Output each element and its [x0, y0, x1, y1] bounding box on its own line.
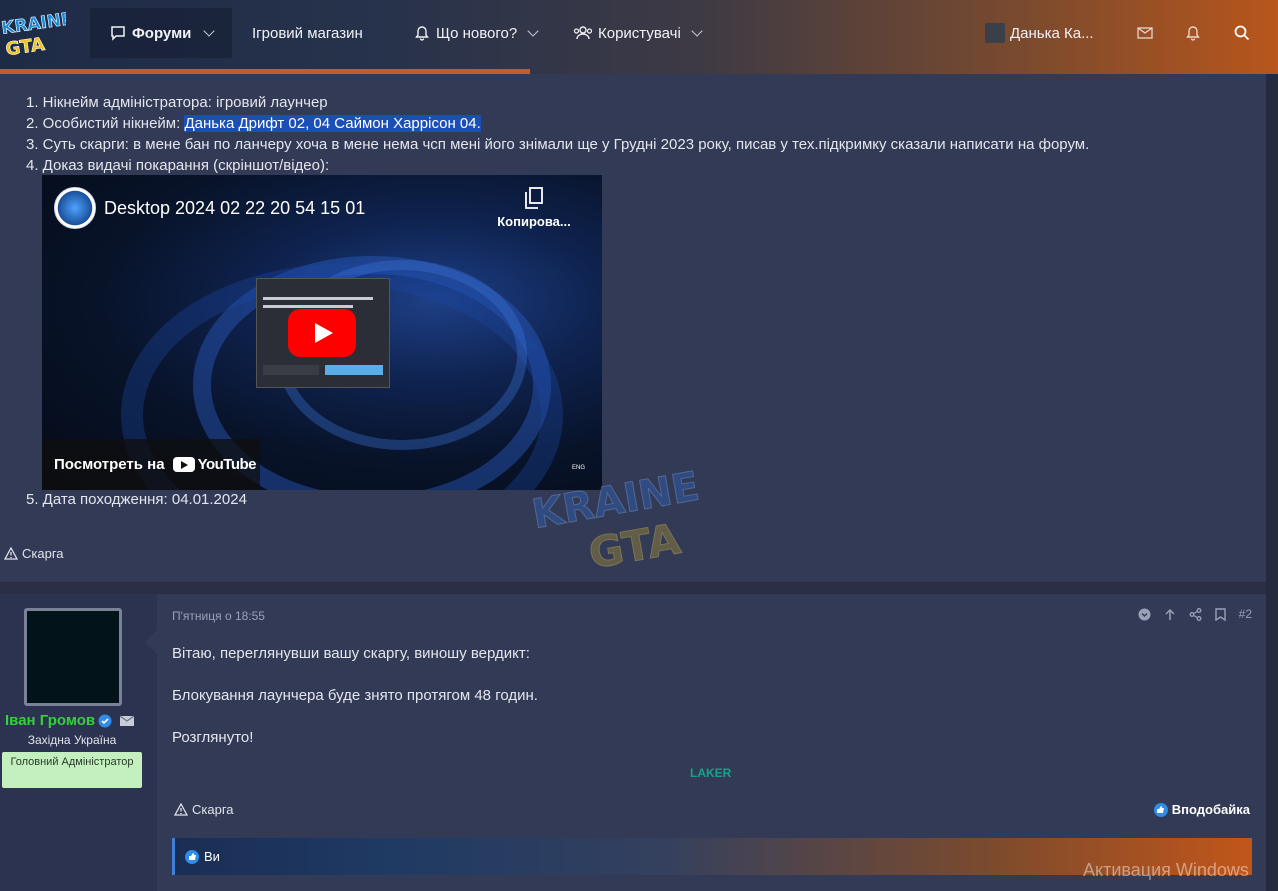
warning-icon [174, 803, 188, 816]
chat-icon [111, 26, 125, 41]
thumbs-up-icon [185, 849, 199, 864]
nav-forums-label: Форуми [132, 24, 192, 42]
thumbs-up-icon [1153, 802, 1168, 817]
inbox-button[interactable] [1134, 22, 1156, 44]
post-date[interactable]: П'ятниця о 18:55 [172, 609, 265, 623]
dialog-line [263, 305, 353, 308]
role-badge: Головний Адміністратор [2, 752, 142, 788]
likes-text: Ви [204, 849, 220, 864]
nav-whats-new[interactable]: Що нового? [414, 8, 539, 58]
post-paragraph: Розглянуто! [172, 729, 254, 746]
watch-on-youtube-button[interactable]: Посмотреть на YouTube [42, 439, 260, 490]
bell-icon [415, 26, 429, 41]
list-item: 3. Суть скарги: в мене бан по ланчеру хо… [26, 136, 1090, 153]
complaint-list: 1. Нікнейм адміністратора: ігровий лаунч… [26, 92, 1089, 176]
site-header: KRAINE GTA Форуми Ігровий магазин Що нов… [0, 0, 1278, 74]
verified-icon [98, 714, 112, 727]
nav-users-label: Користувачі [598, 24, 681, 42]
envelope-icon[interactable] [119, 715, 135, 727]
avatar[interactable] [24, 608, 122, 706]
bookmark-icon[interactable] [1214, 607, 1226, 621]
author-name[interactable]: Іван Громов [5, 712, 135, 729]
dialog-line [263, 297, 373, 300]
post-1: 1. Нікнейм адміністратора: ігровий лаунч… [0, 74, 1266, 582]
list-item: 5. Дата походження: 04.01.2024 [26, 491, 247, 508]
copy-link-button[interactable]: Копирова... [494, 187, 574, 229]
alerts-button[interactable] [1182, 22, 1204, 44]
user-name: Данька Ка... [1010, 24, 1094, 42]
post-paragraph: Вітаю, переглянувши вашу скаргу, виношу … [172, 645, 530, 662]
message-arrow [145, 630, 157, 654]
author-name-label: Іван Громов [5, 712, 96, 729]
highlighted-text: Данька Дрифт 02, 04 Саймон Харрісон 04. [184, 115, 481, 132]
post-2: Іван Громов Західна Україна Головний Адм… [0, 594, 1266, 891]
author-sidebar: Іван Громов Західна Україна Головний Адм… [0, 594, 157, 891]
users-icon [573, 26, 593, 40]
site-watermark-logo: KRAINE GTA [528, 463, 703, 572]
signature: LAKER [690, 766, 732, 780]
list-item: 1. Нікнейм адміністратора: ігровий лаунч… [26, 94, 328, 111]
report-label: Скарга [192, 802, 234, 817]
windows-activation-watermark: Активация Windows [1083, 860, 1249, 880]
arrow-up-icon[interactable] [1164, 608, 1176, 621]
search-button[interactable] [1231, 22, 1253, 44]
site-logo[interactable]: KRAINE GTA [0, 10, 66, 58]
chevron-down-icon[interactable] [203, 25, 216, 37]
list-item-label: 2. Особистий нікнейм: [26, 115, 185, 132]
chevron-down-icon[interactable] [527, 25, 539, 37]
nav-users[interactable]: Користувачі [573, 8, 703, 58]
report-label: Скарга [22, 546, 64, 561]
nav-forums[interactable]: Форуми [90, 8, 232, 58]
nav-shop-label: Ігровий магазин [252, 24, 363, 42]
like-button[interactable]: Вподобайка [1153, 802, 1250, 817]
copy-link-label: Копирова... [497, 214, 571, 229]
youtube-icon [172, 457, 195, 472]
watch-on-label: Посмотреть на [54, 456, 165, 473]
play-icon[interactable] [288, 309, 356, 357]
chevron-down-icon[interactable] [691, 25, 703, 37]
avatar [985, 23, 1005, 43]
post-actions: #2 [1138, 607, 1252, 621]
list-item: 2. Особистий нікнейм: Данька Дрифт 02, 0… [26, 113, 1089, 134]
chevron-circle-down-icon[interactable] [1138, 608, 1151, 621]
nav-whats-new-label: Що нового? [436, 24, 518, 42]
user-menu[interactable]: Данька Ка... [985, 8, 1094, 58]
search-icon [1234, 25, 1250, 41]
channel-avatar[interactable] [54, 187, 96, 229]
dialog-button [263, 365, 319, 375]
report-link[interactable]: Скарга [4, 546, 64, 561]
nav-shop[interactable]: Ігровий магазин [252, 8, 363, 58]
page-edge [1266, 74, 1278, 891]
video-title[interactable]: Desktop 2024 02 22 20 54 15 01 [104, 198, 365, 219]
youtube-embed[interactable]: Desktop 2024 02 22 20 54 15 01 Копирова.… [42, 175, 602, 490]
youtube-wordmark: YouTube [197, 456, 257, 473]
warning-icon [4, 547, 18, 560]
svg-text:GTA: GTA [4, 34, 46, 58]
like-label: Вподобайка [1171, 802, 1250, 817]
post-number[interactable]: #2 [1239, 607, 1252, 621]
dialog-button [325, 365, 383, 375]
author-region: Західна Україна [27, 733, 117, 747]
envelope-icon [1137, 27, 1153, 39]
post-paragraph: Блокування лаунчера буде знято протягом … [172, 687, 538, 704]
bell-icon [1186, 26, 1200, 41]
report-link[interactable]: Скарга [174, 802, 234, 817]
copy-icon [525, 187, 543, 209]
list-item: 4. Доказ видачі покарання (скріншот/віде… [26, 157, 330, 174]
share-icon[interactable] [1189, 607, 1202, 621]
youtube-logo: YouTube [172, 456, 257, 473]
